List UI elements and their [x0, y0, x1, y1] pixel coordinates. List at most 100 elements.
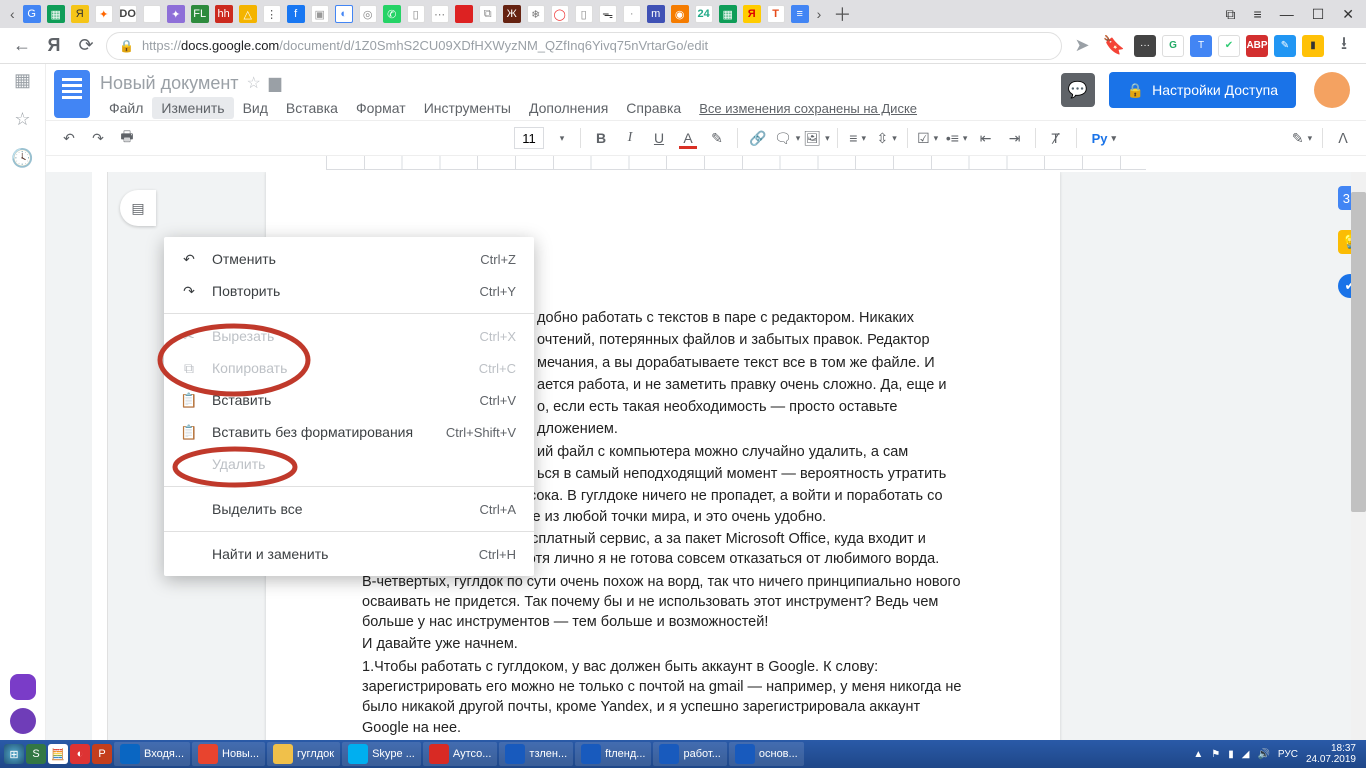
url-input[interactable]: 🔒 https://docs.google.com/document/d/1Z0… [106, 32, 1062, 60]
menu-item-copy[interactable]: ⧉КопироватьCtrl+C [164, 352, 534, 384]
indent-increase-button[interactable]: ⇥ [1002, 125, 1028, 151]
tab-icon[interactable]: Я [743, 5, 761, 23]
tabstrip-right-icon[interactable]: › [815, 6, 824, 22]
tab-icon[interactable]: ◯ [551, 5, 569, 23]
tab-icon[interactable]: G [23, 5, 41, 23]
menu-help[interactable]: Справка [617, 97, 690, 119]
extension-icon[interactable]: ··· [1134, 35, 1156, 57]
menu-item-select-all[interactable]: Выделить всеCtrl+A [164, 493, 534, 525]
taskbar-window[interactable]: гуглдок [267, 742, 340, 766]
tab-icon[interactable]: ◐ [335, 5, 353, 23]
star-icon[interactable]: ☆ [247, 73, 261, 93]
docs-logo-icon[interactable] [54, 70, 90, 118]
taskbar-window[interactable]: ftленд... [575, 742, 651, 766]
undo-button[interactable]: ↶ [56, 125, 82, 151]
taskbar-window[interactable]: основ... [729, 742, 804, 766]
menu-item-redo[interactable]: ↷ПовторитьCtrl+Y [164, 275, 534, 307]
tab-icon[interactable]: T [767, 5, 785, 23]
account-avatar[interactable] [1314, 72, 1350, 108]
menu-view[interactable]: Вид [234, 97, 277, 119]
tab-icon[interactable]: ⋮ [263, 5, 281, 23]
tab-icon[interactable]: m [647, 5, 665, 23]
downloads-icon[interactable]: ⭳ [1332, 31, 1356, 61]
horizontal-ruler[interactable] [106, 156, 1366, 172]
tab-icon[interactable]: Ж [503, 5, 521, 23]
yandex-home-button[interactable]: Я [42, 35, 66, 56]
save-status[interactable]: Все изменения сохранены на Диске [690, 98, 926, 119]
panel-star-icon[interactable]: ☆ [14, 109, 30, 130]
tab-icon[interactable]: △ [239, 5, 257, 23]
menu-addons[interactable]: Дополнения [520, 97, 617, 119]
tab-icon[interactable]: FL [191, 5, 209, 23]
editing-mode-button[interactable]: ✎ [1289, 125, 1315, 151]
tab-icon[interactable]: ▦ [719, 5, 737, 23]
send-icon[interactable]: ➤ [1070, 35, 1094, 56]
menu-tools[interactable]: Инструменты [415, 97, 520, 119]
tray-clock[interactable]: 18:37 24.07.2019 [1306, 743, 1356, 765]
tab-icon[interactable]: ᯓ [599, 5, 617, 23]
extension-icon[interactable]: G [1162, 35, 1184, 57]
indent-decrease-button[interactable]: ⇤ [973, 125, 999, 151]
tab-icon[interactable]: ⧉ [479, 5, 497, 23]
highlight-button[interactable]: ✎ [704, 125, 730, 151]
panel-history-icon[interactable]: 🕓 [11, 148, 33, 169]
menu-icon[interactable]: ≡ [1254, 6, 1262, 23]
bold-button[interactable]: B [588, 125, 614, 151]
tab-icon[interactable]: ◎ [359, 5, 377, 23]
comments-button[interactable]: 💬 [1061, 73, 1095, 107]
outline-toggle-button[interactable]: ▤ [120, 190, 156, 226]
tray-flag-icon[interactable]: ⚑ [1211, 749, 1220, 760]
insert-image-button[interactable]: 🖼 [803, 125, 829, 151]
taskbar-app-icon[interactable]: ◐ [70, 744, 90, 764]
extension-icon[interactable]: ▮ [1302, 35, 1324, 57]
menu-edit[interactable]: Изменить [152, 97, 233, 119]
tab-icon[interactable]: ≡ [791, 5, 809, 23]
tray-up-icon[interactable]: ▲ [1193, 749, 1203, 760]
tab-icon[interactable] [455, 5, 473, 23]
taskbar-app-icon[interactable]: S [26, 744, 46, 764]
new-tab-button[interactable]: ＋ [829, 1, 855, 27]
start-button[interactable]: ⊞ [4, 744, 24, 764]
tab-icon[interactable]: · [623, 5, 641, 23]
menu-format[interactable]: Формат [347, 97, 415, 119]
bookmark-icon[interactable]: 🔖 [1102, 35, 1126, 56]
underline-button[interactable]: U [646, 125, 672, 151]
extension-icon[interactable]: ✔ [1218, 35, 1240, 57]
alice-icon[interactable] [10, 674, 36, 700]
vertical-scrollbar[interactable] [1351, 172, 1366, 740]
back-button[interactable]: ← [10, 35, 34, 56]
menu-item-paste-plain[interactable]: 📋Вставить без форматированияCtrl+Shift+V [164, 416, 534, 448]
tab-icon[interactable]: ▯ [575, 5, 593, 23]
menu-item-undo[interactable]: ↶ОтменитьCtrl+Z [164, 243, 534, 275]
font-size-dropdown[interactable] [547, 125, 573, 151]
document-title[interactable]: Новый документ [100, 73, 239, 94]
font-size-input[interactable] [514, 127, 544, 149]
sidebar-toggle-icon[interactable]: ⧉ [1226, 6, 1236, 23]
tab-icon[interactable]: Я [71, 5, 89, 23]
menu-item-find-replace[interactable]: Найти и заменитьCtrl+H [164, 538, 534, 570]
tab-icon[interactable]: hh [215, 5, 233, 23]
insert-link-button[interactable]: 🔗 [745, 125, 771, 151]
reload-button[interactable]: ⟳ [74, 35, 98, 56]
menu-file[interactable]: Файл [100, 97, 152, 119]
italic-button[interactable]: I [617, 125, 643, 151]
move-folder-icon[interactable]: ▆ [269, 73, 281, 93]
tab-icon[interactable]: f [287, 5, 305, 23]
tab-icon[interactable]: ⋯ [431, 5, 449, 23]
tray-battery-icon[interactable]: ▮ [1228, 749, 1234, 760]
menu-item-paste[interactable]: 📋ВставитьCtrl+V [164, 384, 534, 416]
clear-formatting-button[interactable]: Ⱦ [1043, 125, 1069, 151]
text-color-button[interactable]: A [675, 125, 701, 151]
tray-network-icon[interactable]: ◢ [1242, 749, 1250, 760]
tab-icon[interactable]: ✦ [95, 5, 113, 23]
tab-icon[interactable]: ❄ [527, 5, 545, 23]
tab-icon[interactable]: ◉ [671, 5, 689, 23]
taskbar-window[interactable]: тзлен... [499, 742, 573, 766]
tray-volume-icon[interactable]: 🔊 [1257, 749, 1269, 760]
tab-icon[interactable]: DO [119, 5, 137, 23]
tab-icon[interactable]: ▦ [47, 5, 65, 23]
taskbar-app-icon[interactable]: 🧮 [48, 744, 68, 764]
scrollbar-thumb[interactable] [1351, 192, 1366, 512]
taskbar-window[interactable]: Новы... [192, 742, 265, 766]
insert-comment-button[interactable]: 🗨 [774, 125, 800, 151]
